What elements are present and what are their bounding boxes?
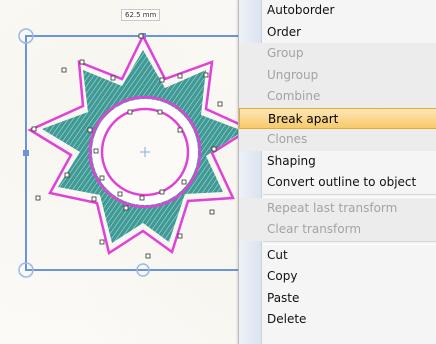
menu-item-shaping[interactable]: Shaping [239,151,436,173]
menu-item-ungroup[interactable]: Ungroup [239,64,436,86]
menu-item-break-apart[interactable]: Break apart [239,107,436,129]
left-handle[interactable] [23,150,29,156]
menu-item-order[interactable]: Order [239,22,436,44]
menu-item-paste[interactable]: Paste [239,288,436,310]
menu-item-clones[interactable]: Clones [239,129,436,151]
dimension-label: 62.5 mm [121,9,161,21]
menu-item-delete[interactable]: Delete [239,309,436,331]
menu-item-repeat-last-transform[interactable]: Repeat last transform [239,197,436,219]
menu-item-convert-outline[interactable]: Convert outline to object [239,172,436,194]
menu-item-cut[interactable]: Cut [239,245,436,267]
menu-item-copy[interactable]: Copy [239,266,436,288]
context-menu: Autoborder Order Group Ungroup Combine B… [238,0,436,344]
menu-item-autoborder[interactable]: Autoborder [239,0,436,22]
menu-item-group[interactable]: Group [239,43,436,65]
menu-item-clear-transform[interactable]: Clear transform [239,219,436,241]
menu-item-combine[interactable]: Combine [239,86,436,108]
